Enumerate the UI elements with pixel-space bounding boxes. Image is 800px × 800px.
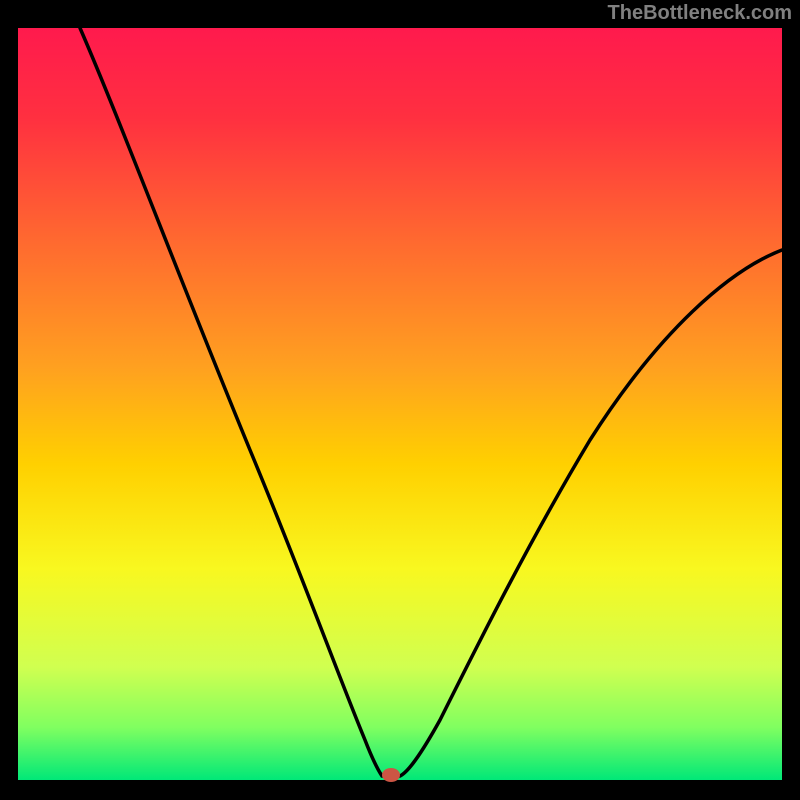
plot-background <box>18 28 782 780</box>
watermark-text: TheBottleneck.com <box>608 2 792 25</box>
chart-container: TheBottleneck.com <box>0 0 800 800</box>
chart-svg <box>0 0 800 800</box>
minimum-marker <box>382 768 400 782</box>
